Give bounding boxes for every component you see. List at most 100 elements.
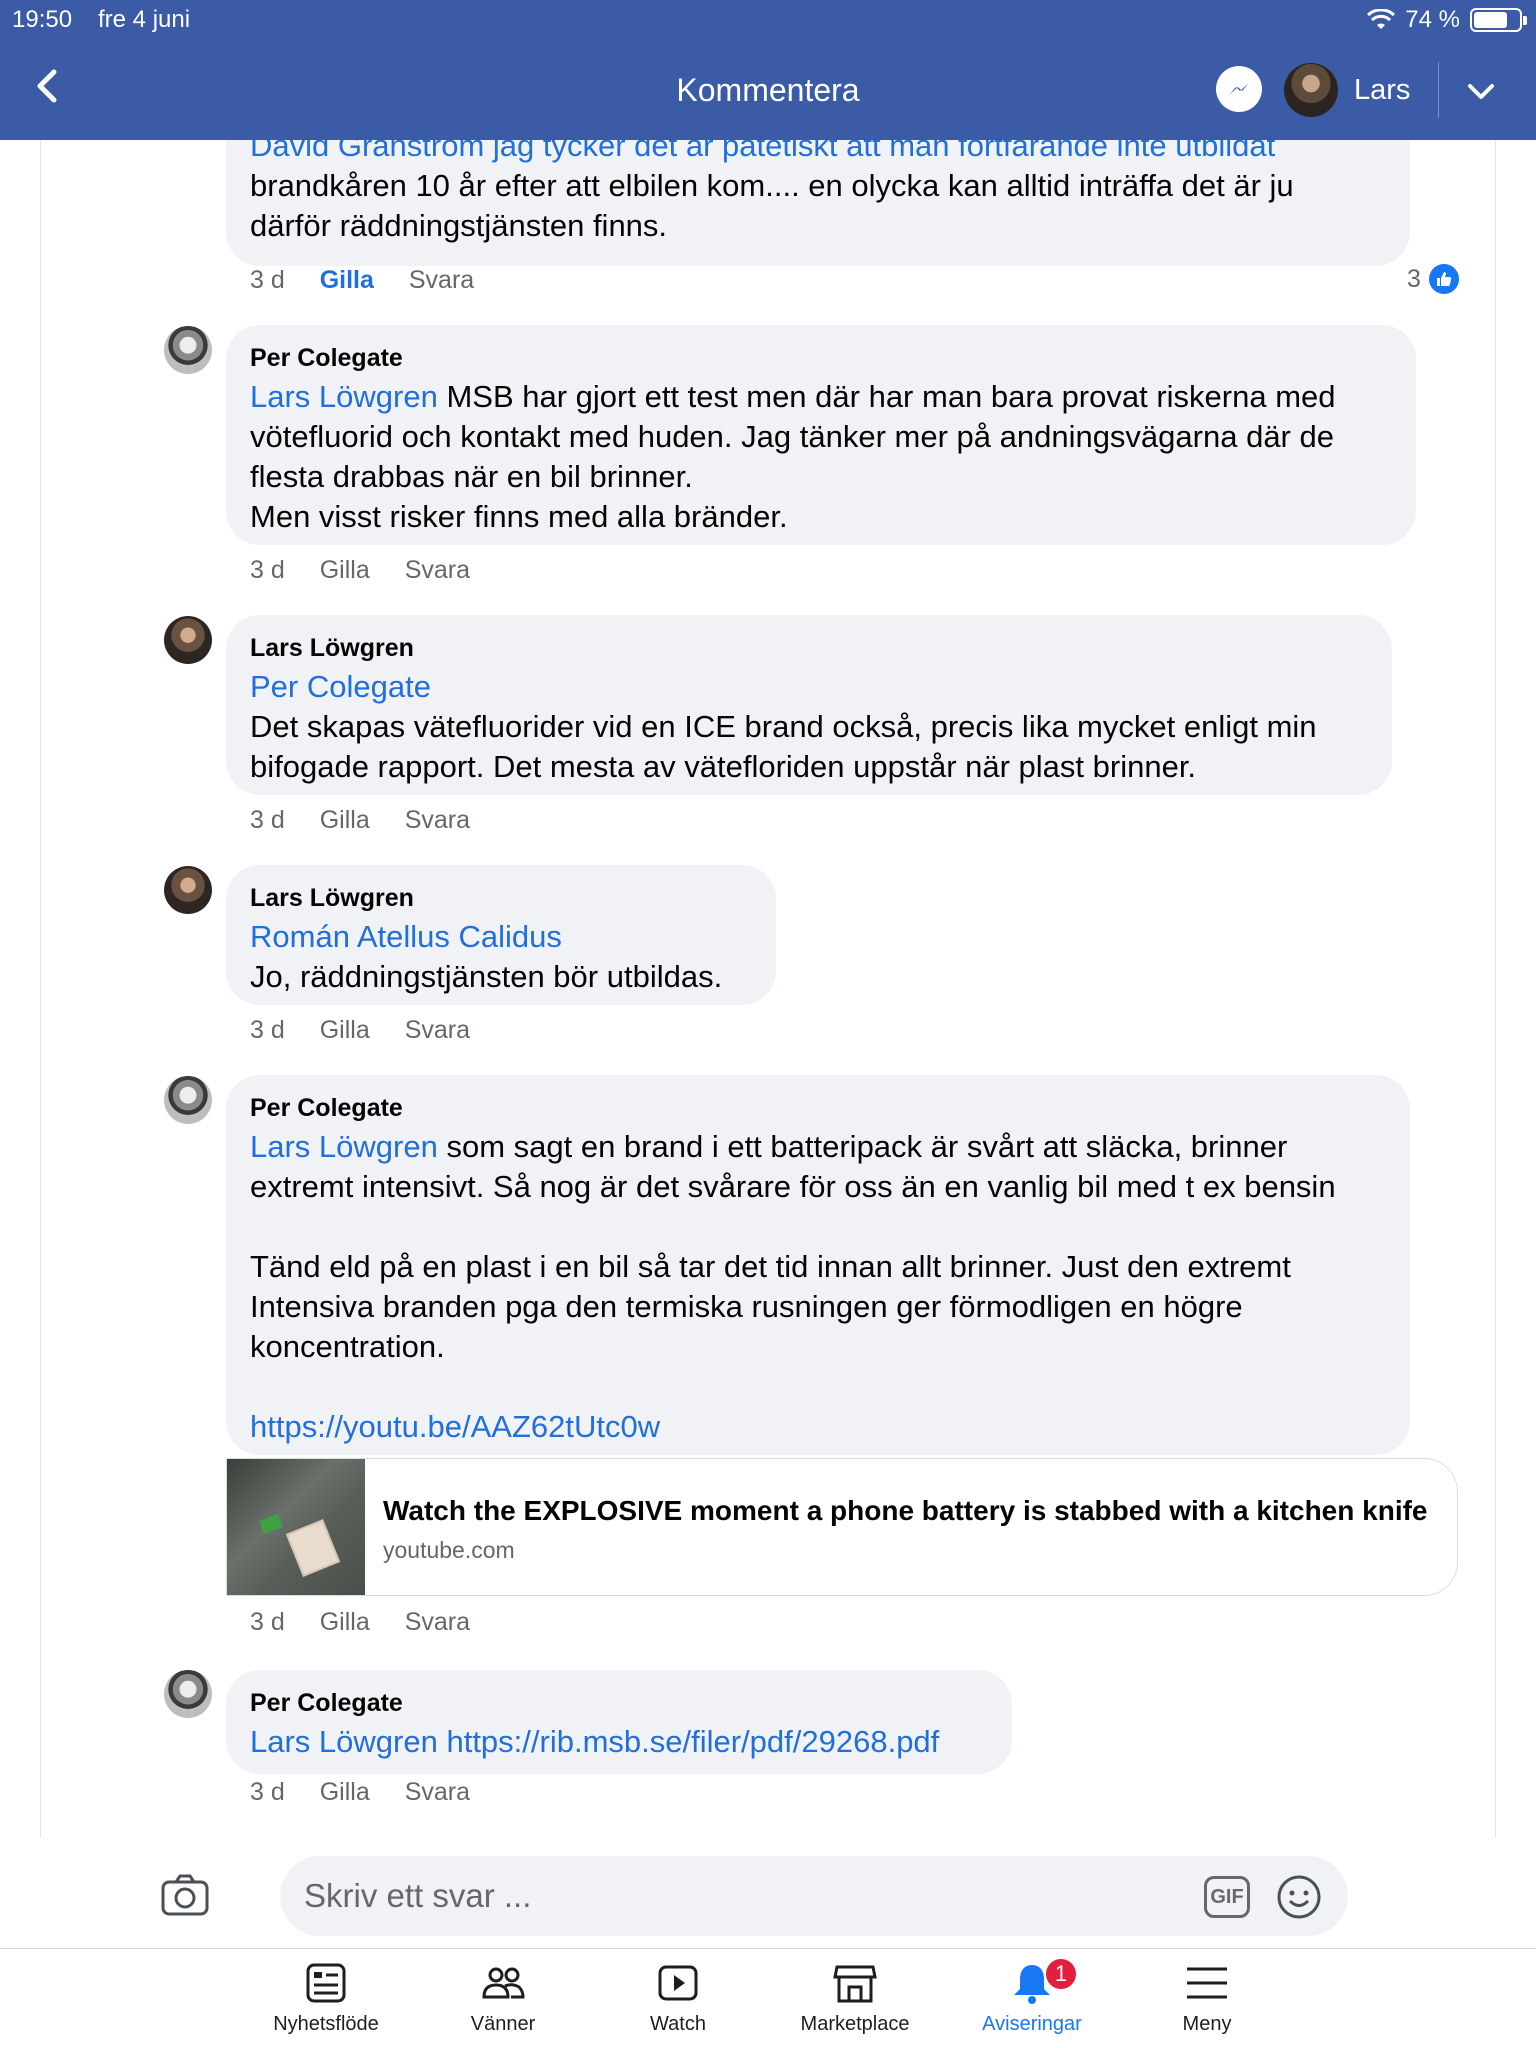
comment-mention[interactable]: Román Atellus Calidus: [250, 917, 752, 957]
comment-time: 3 d: [250, 1016, 285, 1044]
profile-name[interactable]: Lars: [1354, 74, 1410, 107]
comment-actions: 3 d Gilla Svara: [250, 1778, 498, 1807]
tab-notifications[interactable]: 1 Aviseringar: [944, 1957, 1120, 2036]
comment-text: vötefluorid och kontakt med huden. Jag t…: [250, 419, 1334, 454]
like-button[interactable]: Gilla: [320, 806, 370, 834]
link-thumbnail: [227, 1459, 365, 1595]
like-button[interactable]: Gilla: [320, 556, 370, 584]
comment-time: 3 d: [250, 1778, 285, 1806]
comment-mention[interactable]: Per Colegate: [250, 667, 1368, 707]
comment-time: 3 d: [250, 556, 285, 584]
status-date: fre 4 juni: [98, 6, 191, 33]
comment-actions: 3 d Gilla Svara: [250, 266, 502, 295]
comment-text: Intensiva branden pga den termiska rusni…: [250, 1289, 1243, 1324]
menu-icon: [1187, 1967, 1227, 1999]
tab-label: Aviseringar: [982, 2013, 1082, 2035]
avatar[interactable]: [164, 326, 212, 374]
like-button[interactable]: Gilla: [320, 266, 374, 294]
comment-text: bifogade rapport. Det mesta av väteflori…: [250, 749, 1197, 784]
link-preview-card[interactable]: Watch the EXPLOSIVE moment a phone batte…: [226, 1458, 1458, 1596]
comment-text: extremt intensivt. Så nog är det svårare…: [250, 1169, 1336, 1204]
status-indicators: 74 %: [1367, 6, 1527, 34]
comment-text: brandkåren 10 år efter att elbilen kom..…: [250, 168, 1294, 203]
status-time: 19:50: [12, 6, 73, 33]
tab-menu[interactable]: Meny: [1119, 1959, 1295, 2036]
reply-button[interactable]: Svara: [405, 1778, 470, 1806]
comment-text: som sagt en brand i ett batteripack är s…: [437, 1129, 1288, 1164]
comment-bubble: Per Colegate Lars Löwgren som sagt en br…: [226, 1075, 1410, 1455]
tab-marketplace[interactable]: Marketplace: [767, 1959, 943, 2036]
thumbs-up-icon: [1428, 264, 1459, 294]
reply-button[interactable]: Svara: [405, 806, 470, 834]
comment-actions: 3 d Gilla Svara: [250, 556, 498, 585]
comment-mention[interactable]: Lars Löwgren: [250, 379, 438, 414]
tab-watch[interactable]: Watch: [590, 1959, 766, 2036]
comment-link[interactable]: https://rib.msb.se/filer/pdf/29268.pdf: [446, 1724, 939, 1759]
link-title: Watch the EXPLOSIVE moment a phone batte…: [383, 1495, 1428, 1526]
battery-icon: [1470, 8, 1527, 32]
comment-author[interactable]: Lars Löwgren: [250, 633, 1368, 663]
reply-input[interactable]: [280, 1856, 1348, 1936]
battery-percent: 74 %: [1405, 6, 1460, 33]
reply-button[interactable]: Svara: [409, 266, 474, 294]
tab-label: Watch: [650, 2013, 706, 2035]
tab-newsfeed[interactable]: Nyhetsflöde: [238, 1959, 414, 2036]
comment-actions: 3 d Gilla Svara: [250, 1016, 498, 1045]
comment-text: Men visst risker finns med alla bränder.: [250, 499, 788, 534]
tab-friends[interactable]: Vänner: [415, 1959, 591, 2036]
comment-time: 3 d: [250, 266, 285, 294]
like-button[interactable]: Gilla: [320, 1778, 370, 1806]
comment-bubble: Lars Löwgren Per Colegate Det skapas vät…: [226, 615, 1392, 795]
avatar[interactable]: [164, 1670, 212, 1718]
tab-label: Vänner: [470, 2013, 536, 2035]
comment-actions: 3 d Gilla Svara: [250, 806, 498, 835]
comment-actions: 3 d Gilla Svara: [250, 1608, 498, 1637]
thumbnail-battery-shape: [285, 1519, 341, 1577]
like-button[interactable]: Gilla: [320, 1016, 370, 1044]
comment-bubble: Per Colegate Lars Löwgren https://rib.ms…: [226, 1670, 1012, 1774]
newsfeed-icon: [306, 1963, 346, 2003]
friends-icon: [482, 1967, 525, 1999]
comment-mention[interactable]: David Granström jag tycker det är pateti…: [250, 140, 1275, 163]
comment-author[interactable]: Per Colegate: [250, 343, 1392, 373]
top-bar: 19:50 fre 4 juni 74 % Kommentera Lars: [0, 0, 1536, 140]
avatar[interactable]: [164, 616, 212, 664]
tab-label: Nyhetsflöde: [273, 2013, 379, 2035]
comment-text: flesta drabbas när en bil brinner.: [250, 459, 693, 494]
reply-button[interactable]: Svara: [405, 556, 470, 584]
comment-time: 3 d: [250, 1608, 285, 1636]
comment-link[interactable]: https://youtu.be/AAZ62tUtc0w: [250, 1407, 1386, 1447]
comment-text: koncentration.: [250, 1329, 445, 1364]
comment-author[interactable]: Per Colegate: [250, 1093, 1386, 1123]
gif-button[interactable]: GIF: [1204, 1876, 1250, 1918]
comment-mention[interactable]: Lars Löwgren: [250, 1129, 438, 1164]
wifi-icon: [1367, 9, 1396, 29]
camera-icon[interactable]: [160, 1872, 210, 1918]
comments-list: David Granström jag tycker det är pateti…: [40, 140, 1496, 1948]
messenger-button[interactable]: [1216, 66, 1262, 112]
reply-button[interactable]: Svara: [405, 1016, 470, 1044]
comment-text: därför räddningstjänsten finns.: [250, 208, 668, 243]
reply-button[interactable]: Svara: [405, 1608, 470, 1636]
avatar[interactable]: [164, 866, 212, 914]
like-count-value: 3: [1407, 264, 1421, 293]
tab-label: Meny: [1182, 2013, 1232, 2035]
avatar[interactable]: [164, 1076, 212, 1124]
like-button[interactable]: Gilla: [320, 1608, 370, 1636]
comment-text: Tänd eld på en plast i en bil så tar det…: [250, 1249, 1291, 1284]
comment-author[interactable]: Per Colegate: [250, 1688, 988, 1718]
comment-author[interactable]: Lars Löwgren: [250, 883, 752, 913]
comment-mention[interactable]: Lars Löwgren: [250, 1724, 438, 1759]
chevron-down-icon[interactable]: [1464, 74, 1498, 108]
emoji-icon[interactable]: [1276, 1874, 1322, 1920]
comment-time: 3 d: [250, 806, 285, 834]
profile-avatar[interactable]: [1284, 63, 1338, 117]
comment-text: MSB har gjort ett test men där har man b…: [437, 379, 1336, 414]
reaction-count[interactable]: 3: [1407, 264, 1459, 294]
bottom-tab-bar: Nyhetsflöde Vänner Watch Marketplace 1 A…: [0, 1948, 1536, 2048]
messenger-icon: [1229, 83, 1249, 95]
comment-text: Det skapas vätefluorider vid en ICE bran…: [250, 709, 1317, 744]
watch-icon: [658, 1965, 698, 2001]
